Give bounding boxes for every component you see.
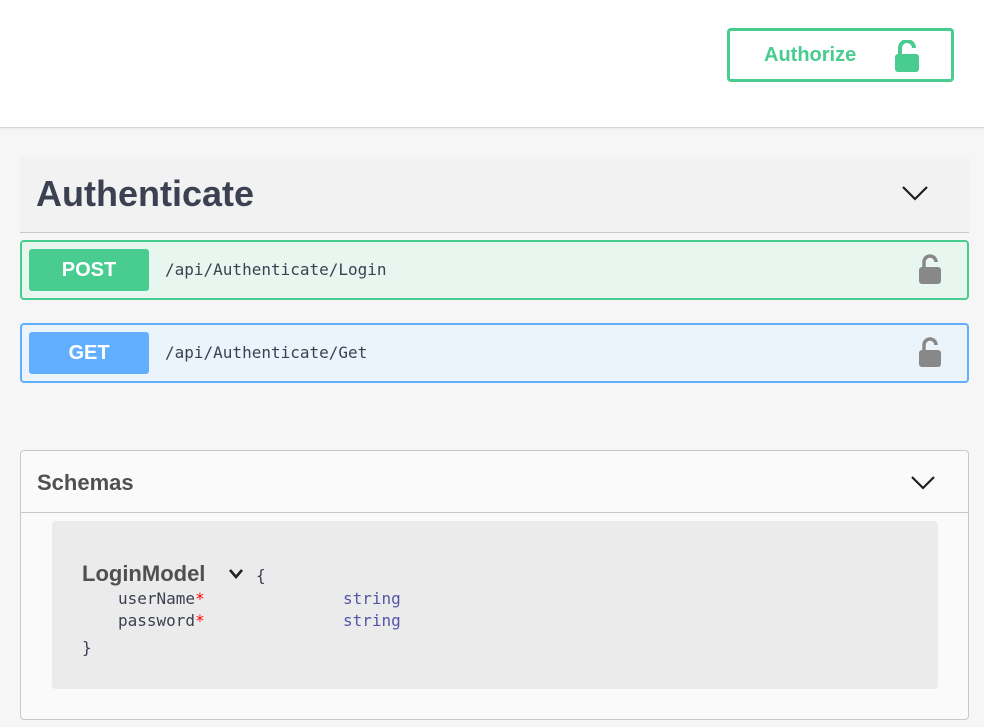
operation-path: /api/Authenticate/Get	[165, 343, 368, 362]
model-box-loginmodel: LoginModel { userName* string password* …	[52, 521, 938, 689]
tag-header[interactable]: Authenticate	[20, 157, 969, 233]
authorize-button[interactable]: Authorize	[727, 28, 954, 82]
tag-title: Authenticate	[36, 173, 255, 214]
property-type: string	[343, 589, 401, 608]
property-name: userName	[118, 589, 196, 608]
top-bar: Authorize	[0, 0, 984, 128]
schemas-header[interactable]: Schemas	[21, 451, 968, 513]
method-badge-get: GET	[29, 332, 149, 374]
method-badge-post: POST	[29, 249, 149, 291]
tag-section-authenticate: Authenticate	[20, 157, 969, 233]
unlocked-icon[interactable]	[918, 337, 942, 367]
property-type: string	[343, 611, 401, 630]
schemas-title: Schemas	[37, 470, 134, 495]
required-marker: *	[195, 589, 205, 608]
close-brace: }	[82, 638, 92, 657]
authorize-label: Authorize	[764, 43, 857, 66]
operation-get[interactable]: GET /api/Authenticate/Get	[20, 323, 969, 383]
chevron-down-icon[interactable]	[909, 474, 937, 492]
model-title[interactable]: LoginModel	[82, 561, 205, 587]
property-name: password	[118, 611, 196, 630]
schemas-section: Schemas LoginModel { userName* string pa…	[20, 450, 969, 720]
model-property-row: password* string	[118, 611, 401, 631]
operation-path: /api/Authenticate/Login	[165, 260, 387, 279]
chevron-down-icon[interactable]	[228, 568, 244, 580]
unlocked-icon[interactable]	[918, 254, 942, 284]
unlocked-icon	[895, 40, 919, 72]
operation-post-login[interactable]: POST /api/Authenticate/Login	[20, 240, 969, 300]
chevron-down-icon[interactable]	[900, 183, 930, 203]
open-brace: {	[256, 566, 266, 585]
required-marker: *	[195, 611, 205, 630]
model-property-row: userName* string	[118, 589, 401, 609]
